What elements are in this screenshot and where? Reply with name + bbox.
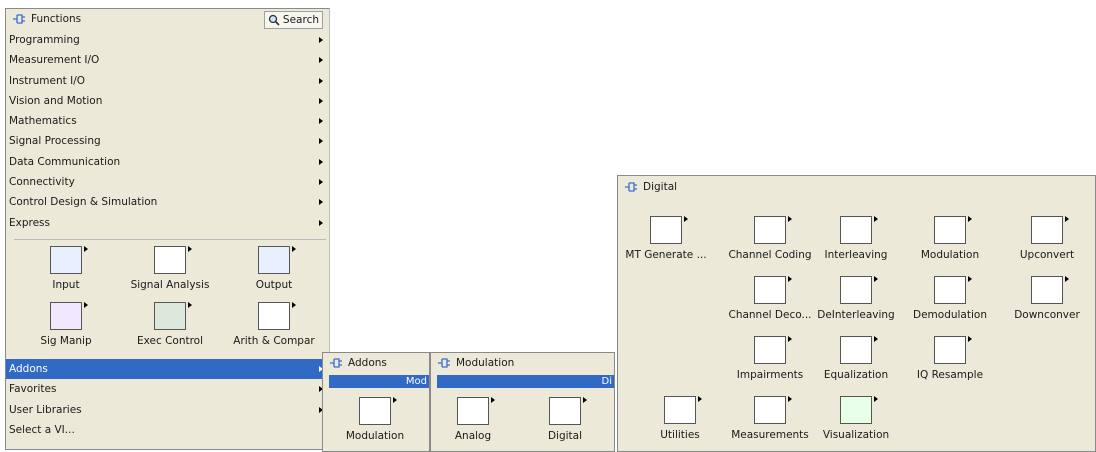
addons-modulation[interactable]: Modulation: [323, 397, 427, 442]
digital-downconvert[interactable]: Downconver: [995, 276, 1096, 321]
submenu-arrow-icon: [319, 158, 323, 165]
menu-item-connectivity[interactable]: Connectivity: [6, 172, 329, 192]
exec-control-icon: [154, 302, 186, 330]
digital-title: Digital: [643, 181, 678, 193]
channel-coding-icon: [754, 216, 786, 244]
digital-icon: [549, 397, 581, 425]
functions-bottom-menu: Addons Favorites User Libraries Select a…: [6, 359, 329, 440]
digital-iq-resample[interactable]: IQ Resample: [898, 336, 1002, 381]
downconvert-icon: [1031, 276, 1063, 304]
menu-item-user-libraries[interactable]: User Libraries: [6, 400, 329, 420]
menu-item-select-a-vi[interactable]: Select a VI...: [6, 420, 329, 440]
pin-icon[interactable]: [329, 358, 343, 368]
express-palette: Input Signal Analysis Output Sig Manip E…: [14, 239, 326, 360]
sig-manip-icon: [50, 302, 82, 330]
analog-icon: [457, 397, 489, 425]
digital-deinterleaving[interactable]: DeInterleaving: [804, 276, 908, 321]
menu-item-instrument-io[interactable]: Instrument I/O: [6, 71, 329, 91]
addons-titlebar: Addons: [323, 353, 429, 373]
submenu-arrow-icon: [319, 97, 323, 104]
express-output[interactable]: Output: [222, 246, 326, 291]
express-signal-analysis[interactable]: Signal Analysis: [118, 246, 222, 291]
pin-icon[interactable]: [624, 182, 638, 192]
submenu-arrow-icon: [319, 179, 323, 186]
submenu-arrow-icon: [319, 37, 323, 43]
modulation-analog[interactable]: Analog: [421, 397, 525, 442]
addons-selected-bar: Mod: [329, 375, 429, 388]
express-sig-manip[interactable]: Sig Manip: [14, 302, 118, 347]
demodulation-icon: [934, 276, 966, 304]
digital-modulation[interactable]: Modulation: [898, 216, 1002, 261]
menu-item-signal-processing[interactable]: Signal Processing: [6, 131, 329, 151]
utilities-icon: [664, 396, 696, 424]
modulation-palette: Modulation Di Analog Digital: [430, 352, 615, 452]
submenu-arrow-icon: [319, 199, 323, 206]
menu-item-express[interactable]: Express: [6, 213, 329, 233]
addons-palette: Addons Mod Modulation: [322, 352, 430, 452]
functions-palette: Functions Search Programming Measurement…: [5, 8, 330, 450]
express-input[interactable]: Input: [14, 246, 118, 291]
arith-compar-icon: [258, 302, 290, 330]
express-exec-control[interactable]: Exec Control: [118, 302, 222, 347]
iq-resample-icon: [934, 336, 966, 364]
input-icon: [50, 246, 82, 274]
submenu-arrow-icon: [319, 138, 323, 145]
digital-titlebar: Digital: [618, 176, 1095, 198]
digital-upconvert[interactable]: Upconvert: [995, 216, 1096, 261]
menu-item-programming[interactable]: Programming: [6, 30, 329, 50]
modulation-digital[interactable]: Digital: [513, 397, 617, 442]
functions-titlebar: Functions Search: [6, 9, 329, 29]
functions-title: Functions: [31, 13, 82, 25]
modulation-selected-bar: Di: [437, 375, 614, 388]
addons-title: Addons: [348, 357, 387, 369]
mt-generate-icon: [650, 216, 682, 244]
digital-modulation-icon: [934, 216, 966, 244]
digital-mt-generate[interactable]: MT Generate ...: [614, 216, 718, 261]
menu-item-favorites[interactable]: Favorites: [6, 379, 329, 399]
digital-equalization[interactable]: Equalization: [804, 336, 908, 381]
equalization-icon: [840, 336, 872, 364]
search-icon: [268, 14, 280, 26]
channel-decoding-icon: [754, 276, 786, 304]
visualization-icon: [840, 396, 872, 424]
submenu-arrow-icon: [319, 219, 323, 226]
menu-item-control-design[interactable]: Control Design & Simulation: [6, 192, 329, 212]
deinterleaving-icon: [840, 276, 872, 304]
submenu-arrow-icon: [319, 118, 323, 125]
measurements-icon: [754, 396, 786, 424]
search-button[interactable]: Search: [263, 11, 323, 29]
menu-item-addons[interactable]: Addons: [6, 359, 329, 380]
menu-item-measurement-io[interactable]: Measurement I/O: [6, 50, 329, 70]
functions-menu: Programming Measurement I/O Instrument I…: [6, 30, 329, 233]
pin-icon[interactable]: [12, 14, 26, 24]
modulation-titlebar: Modulation: [431, 353, 614, 373]
interleaving-icon: [840, 216, 872, 244]
impairments-icon: [754, 336, 786, 364]
digital-demodulation[interactable]: Demodulation: [898, 276, 1002, 321]
digital-palette: Digital MT Generate ... Channel Coding I…: [617, 175, 1096, 452]
menu-item-mathematics[interactable]: Mathematics: [6, 111, 329, 131]
submenu-arrow-icon: [319, 77, 323, 84]
signal-analysis-icon: [154, 246, 186, 274]
modulation-icon: [359, 397, 391, 425]
modulation-title: Modulation: [456, 357, 515, 369]
menu-item-vision-motion[interactable]: Vision and Motion: [6, 91, 329, 111]
digital-interleaving[interactable]: Interleaving: [804, 216, 908, 261]
upconvert-icon: [1031, 216, 1063, 244]
submenu-arrow-icon: [319, 57, 323, 64]
pin-icon[interactable]: [437, 358, 451, 368]
digital-visualization[interactable]: Visualization: [804, 396, 908, 441]
express-arith-compar[interactable]: Arith & Compar: [222, 302, 326, 347]
search-label: Search: [282, 14, 319, 26]
menu-item-data-communication[interactable]: Data Communication: [6, 152, 329, 172]
digital-utilities[interactable]: Utilities: [628, 396, 732, 441]
output-icon: [258, 246, 290, 274]
